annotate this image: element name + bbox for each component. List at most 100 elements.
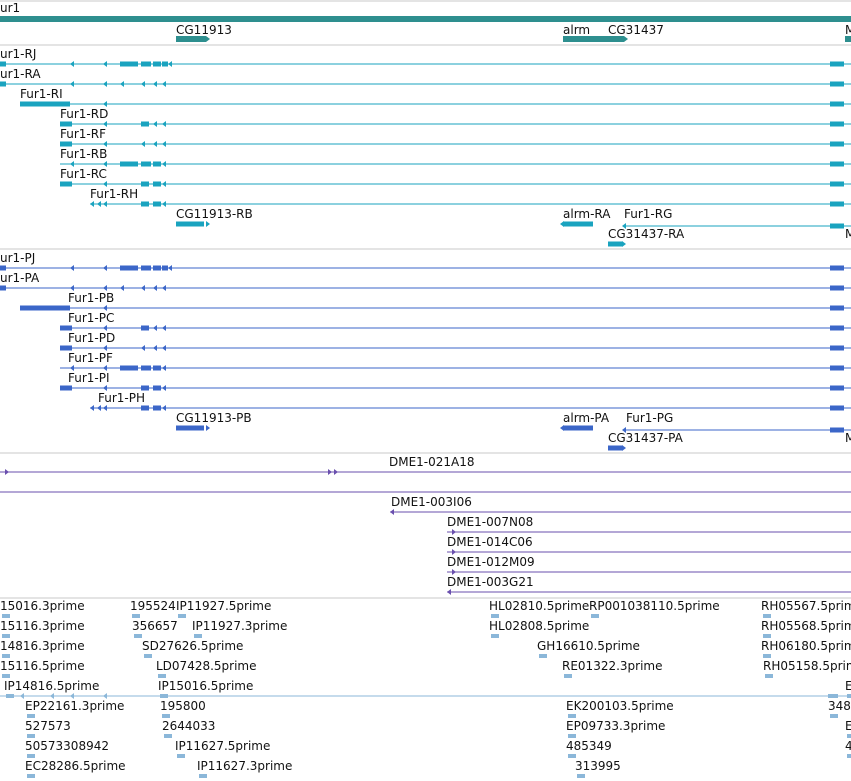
est-label[interactable]: IP11927.5prime xyxy=(176,599,271,613)
est-label[interactable]: 15016.3prime xyxy=(0,599,85,613)
exon-block[interactable] xyxy=(153,405,161,411)
exon-block[interactable] xyxy=(830,365,844,371)
exon-block[interactable] xyxy=(830,285,844,291)
exon-block[interactable] xyxy=(120,365,138,371)
est-block[interactable] xyxy=(27,734,35,738)
exon-block[interactable] xyxy=(830,385,844,391)
gene-feature-label[interactable]: M xyxy=(845,23,851,37)
isoform-label[interactable]: M xyxy=(845,431,851,445)
isoform-label[interactable]: CG11913-RB xyxy=(176,207,253,221)
est-label[interactable]: IP11627.5prime xyxy=(175,739,270,753)
est-block[interactable] xyxy=(194,634,202,638)
exon-block[interactable] xyxy=(141,61,151,67)
exon-block[interactable] xyxy=(830,101,844,107)
exon-block[interactable] xyxy=(60,141,72,147)
isoform-label[interactable]: Fur1-PH xyxy=(98,391,145,405)
exon-block[interactable] xyxy=(60,325,72,331)
exon-block[interactable] xyxy=(830,305,844,311)
exon-block[interactable] xyxy=(153,61,161,67)
exon-block[interactable] xyxy=(830,61,844,67)
est-block[interactable] xyxy=(27,754,35,758)
exon-block[interactable] xyxy=(153,181,161,187)
est-label[interactable]: 348 xyxy=(828,699,851,713)
isoform-label[interactable]: ur1-RA xyxy=(0,67,41,81)
exon-block[interactable] xyxy=(120,161,138,167)
isoform-label[interactable]: Fur1-PF xyxy=(68,351,113,365)
est-block[interactable] xyxy=(847,734,851,738)
gene-feature-label[interactable]: alrm xyxy=(563,23,590,37)
isoform-label[interactable]: Fur1-PC xyxy=(68,311,114,325)
exon-block[interactable] xyxy=(830,161,844,167)
est-label[interactable]: 485349 xyxy=(566,739,612,753)
est-label[interactable]: 313995 xyxy=(575,759,621,773)
est-label[interactable]: E xyxy=(845,719,851,733)
est-block[interactable] xyxy=(177,754,185,758)
isoform-label[interactable]: Fur1-RC xyxy=(60,167,107,181)
est-label[interactable]: HL02808.5prime xyxy=(489,619,589,633)
isoform-label[interactable]: CG31437-PA xyxy=(608,431,684,445)
est-label[interactable]: 15116.5prime xyxy=(0,659,85,673)
est-label[interactable]: 15116.3prime xyxy=(0,619,85,633)
est-block[interactable] xyxy=(765,674,773,678)
clone-label[interactable]: DME1-003I06 xyxy=(391,495,472,509)
est-block[interactable] xyxy=(847,754,851,758)
isoform-label[interactable]: Fur1-RD xyxy=(60,107,108,121)
est-block[interactable] xyxy=(6,694,14,698)
clone-label[interactable]: DME1-012M09 xyxy=(447,555,535,569)
gene-feature-label[interactable]: CG11913 xyxy=(176,23,232,37)
exon-block[interactable] xyxy=(830,325,844,331)
exon-block[interactable] xyxy=(830,427,844,433)
est-label[interactable]: E xyxy=(845,679,851,693)
est-block[interactable] xyxy=(568,754,576,758)
est-label[interactable]: 195524 xyxy=(130,599,176,613)
exon-block[interactable] xyxy=(0,81,6,87)
exon-block[interactable] xyxy=(153,265,161,271)
est-label[interactable]: HL02810.5prime xyxy=(489,599,589,613)
est-block[interactable] xyxy=(134,634,142,638)
isoform-label[interactable]: ur1-PA xyxy=(0,271,40,285)
exon-block[interactable] xyxy=(141,265,151,271)
exon-block[interactable] xyxy=(153,161,161,167)
exon-block[interactable] xyxy=(830,345,844,351)
est-block[interactable] xyxy=(144,654,152,658)
est-label[interactable]: RP001038110.5prime xyxy=(589,599,720,613)
clone-label[interactable]: DME1-021A18 xyxy=(389,455,475,469)
est-label[interactable]: EC28286.5prime xyxy=(25,759,126,773)
est-block[interactable] xyxy=(158,674,166,678)
est-label[interactable]: RH05158.5prime xyxy=(763,659,851,673)
est-block[interactable] xyxy=(847,694,851,698)
exon-block[interactable] xyxy=(830,201,844,207)
clone-label[interactable]: DME1-007N08 xyxy=(447,515,533,529)
clone-label[interactable]: DME1-014C06 xyxy=(447,535,533,549)
exon-block[interactable] xyxy=(0,265,6,271)
exon-block[interactable] xyxy=(563,425,593,431)
est-block[interactable] xyxy=(132,614,140,618)
est-label[interactable]: 50573308942 xyxy=(25,739,109,753)
exon-block[interactable] xyxy=(830,223,844,229)
est-label[interactable]: 4 xyxy=(845,739,851,753)
est-label[interactable]: RH05567.5prime xyxy=(761,599,851,613)
isoform-label[interactable]: Fur1-PI xyxy=(68,371,110,385)
exon-block[interactable] xyxy=(20,305,70,311)
est-block[interactable] xyxy=(2,634,10,638)
exon-block[interactable] xyxy=(120,61,138,67)
isoform-label[interactable]: Fur1-RG xyxy=(624,207,672,221)
exon-block[interactable] xyxy=(176,221,204,227)
exon-block[interactable] xyxy=(608,241,622,247)
exon-block[interactable] xyxy=(141,385,149,391)
exon-block[interactable] xyxy=(120,265,138,271)
est-block[interactable] xyxy=(763,654,771,658)
est-block[interactable] xyxy=(160,694,168,698)
exon-block[interactable] xyxy=(830,181,844,187)
est-block[interactable] xyxy=(491,634,499,638)
est-block[interactable] xyxy=(568,734,576,738)
exon-block[interactable] xyxy=(830,121,844,127)
exon-block[interactable] xyxy=(20,101,70,107)
exon-block[interactable] xyxy=(0,285,6,291)
exon-block[interactable] xyxy=(141,181,149,187)
est-block[interactable] xyxy=(830,714,838,718)
est-label[interactable]: EP09733.3prime xyxy=(566,719,665,733)
est-label[interactable]: SD27626.5prime xyxy=(142,639,243,653)
exon-block[interactable] xyxy=(153,365,161,371)
est-label[interactable]: 14816.3prime xyxy=(0,639,85,653)
